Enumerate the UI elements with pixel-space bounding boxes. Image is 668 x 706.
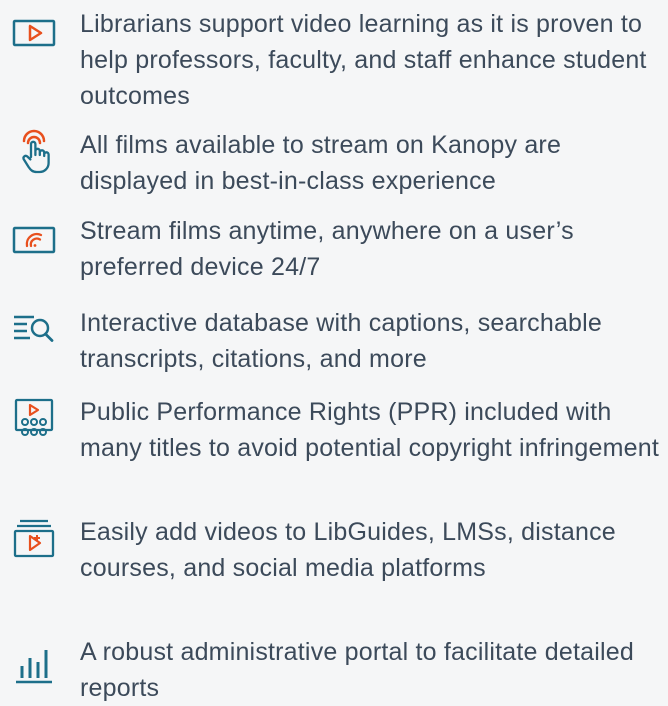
video-play-icon (10, 8, 58, 56)
touch-hand-icon (10, 127, 58, 175)
bar-chart-icon (10, 640, 58, 688)
feature-text: Public Performance Rights (PPR) included… (80, 398, 659, 462)
feature-list: Librarians support video learning as it … (0, 0, 668, 702)
wireless-screen-icon (10, 215, 58, 263)
add-video-icon (10, 514, 58, 562)
feature-text: Interactive database with captions, sear… (80, 309, 603, 373)
feature-text: All films available to stream on Kanopy … (80, 131, 562, 195)
feature-text: A robust administrative portal to facili… (80, 638, 634, 702)
feature-text: Easily add videos to LibGuides, LMSs, di… (80, 518, 616, 582)
feature-text: Stream films anytime, anywhere on a user… (80, 217, 574, 281)
feature-text: Librarians support video learning as it … (80, 10, 647, 110)
list-search-icon (10, 305, 58, 353)
audience-screen-icon (10, 394, 58, 442)
